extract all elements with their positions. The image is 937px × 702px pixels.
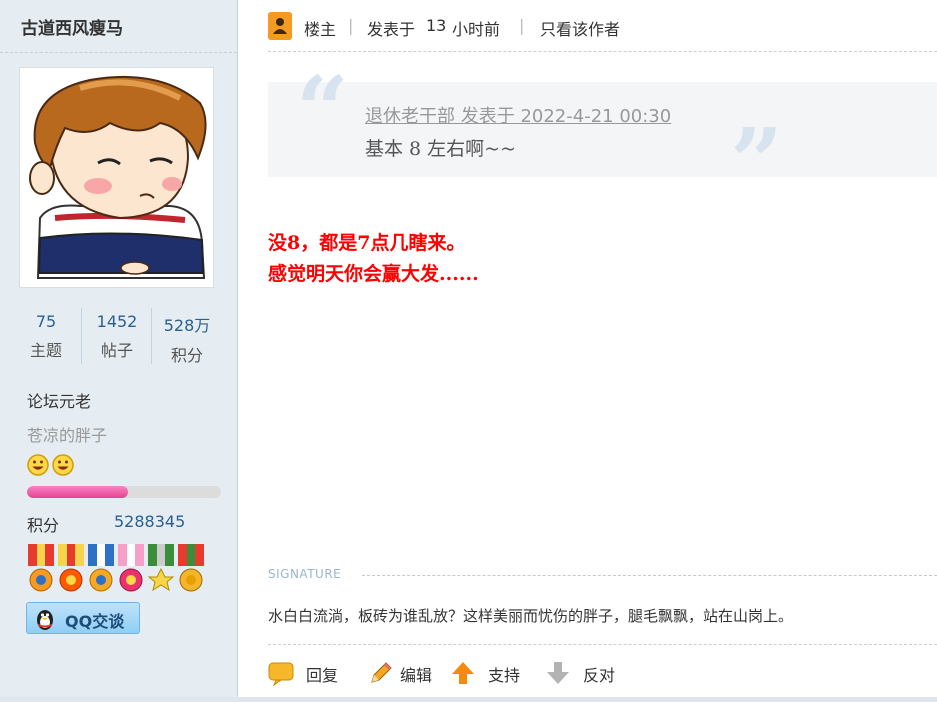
header-divider [268, 51, 937, 52]
post-content: 没8，都是7点几瞎来。 感觉明天你会赢大发...... [268, 228, 479, 290]
qq-penguin-icon [37, 610, 53, 630]
footer-divider [268, 644, 937, 645]
only-author-link[interactable]: 只看该作者 [540, 16, 620, 40]
thread-owner-icon [268, 12, 292, 40]
author-sidebar: 古道西风瘦马 75 主题 1452 帖子 528万 积分 论坛元老 苍凉的胖子 … [0, 0, 238, 702]
header-separator: | [519, 16, 525, 35]
quote-body: 基本 8 左右啊~~ [365, 138, 517, 160]
post-line: 感觉明天你会赢大发...... [268, 263, 479, 285]
reply-label: 回复 [306, 666, 339, 685]
medal-icon[interactable] [28, 544, 54, 592]
arrow-up-icon [452, 662, 474, 684]
rank-progress-bar [27, 486, 221, 498]
rank-progress-fill [27, 486, 128, 498]
support-button[interactable]: 支持 [450, 658, 530, 688]
avatar[interactable] [19, 67, 214, 288]
post-main: 楼主 | 发表于 13 小时前 | 只看该作者 “ ” 退休老干部 发表于 20… [238, 0, 937, 702]
posted-prefix: 发表于 [367, 20, 416, 39]
author-stats: 75 主题 1452 帖子 528万 积分 [11, 308, 222, 365]
stat-posts-value[interactable]: 1452 [82, 312, 152, 331]
post-line: 没8，都是7点几瞎来。 [268, 232, 466, 254]
oppose-button[interactable]: 反对 [545, 658, 625, 688]
rank-smiley-icons [26, 452, 86, 478]
bottom-border [0, 697, 937, 702]
stat-points-value[interactable]: 528万 [152, 312, 222, 336]
reply-button[interactable]: 回复 [268, 658, 348, 688]
sidebar-divider [0, 52, 237, 53]
close-quote-icon: ” [730, 108, 783, 216]
qq-chat-button[interactable]: QQ交谈 [26, 602, 140, 634]
support-label: 支持 [488, 666, 521, 685]
rank-title[interactable]: 论坛元老 [27, 388, 91, 412]
smiley-icon [27, 454, 49, 476]
stat-topics-value[interactable]: 75 [11, 312, 81, 331]
points-value: 5288345 [114, 512, 186, 531]
stat-points-label: 积分 [170, 346, 203, 365]
medal-icon[interactable] [88, 544, 114, 592]
avatar-illustration [20, 68, 213, 287]
posted-time-value: 13 [426, 16, 447, 35]
medal-row [26, 542, 212, 598]
points-label: 积分 [27, 516, 60, 535]
stat-topics-label: 主题 [29, 341, 62, 360]
smiley-icon [52, 454, 74, 476]
stat-points[interactable]: 528万 积分 [151, 308, 222, 365]
header-separator: | [348, 16, 354, 35]
medal-icon[interactable] [178, 544, 204, 592]
author-name[interactable]: 古道西风瘦马 [21, 14, 123, 39]
stat-posts-label: 帖子 [100, 341, 133, 360]
oppose-label: 反对 [583, 666, 616, 685]
open-quote-icon: “ [296, 56, 349, 164]
pencil-icon [371, 662, 392, 683]
edit-button[interactable]: 编辑 [368, 658, 443, 688]
signature-text: 水白白流淌，板砖为谁乱放？这样美丽而忧伤的胖子，腿毛飘飘，站在山岗上。 [268, 607, 794, 625]
arrow-down-icon [547, 662, 569, 684]
medal-icon[interactable] [118, 544, 144, 592]
edit-label: 编辑 [400, 666, 433, 685]
medal-icon[interactable] [147, 544, 175, 592]
quote-block: “ ” 退休老干部 发表于 2022-4-21 00:30 基本 8 左右啊~~ [268, 64, 937, 208]
qq-chat-label: QQ交谈 [65, 612, 125, 631]
quote-source-link[interactable]: 退休老干部 发表于 2022-4-21 00:30 [365, 102, 671, 128]
rank-subtitle: 苍凉的胖子 [27, 426, 108, 445]
post-header: 楼主 | 发表于 13 小时前 | 只看该作者 [268, 12, 928, 42]
posted-suffix: 小时前 [452, 20, 501, 39]
thread-owner-label: 楼主 [304, 20, 337, 39]
stat-posts[interactable]: 1452 帖子 [81, 308, 152, 364]
signature-label: SIGNATURE [268, 567, 342, 581]
reply-bubble-icon [268, 662, 294, 686]
signature-divider [362, 575, 937, 576]
stat-topics[interactable]: 75 主题 [11, 308, 81, 364]
medal-icon[interactable] [58, 544, 84, 592]
